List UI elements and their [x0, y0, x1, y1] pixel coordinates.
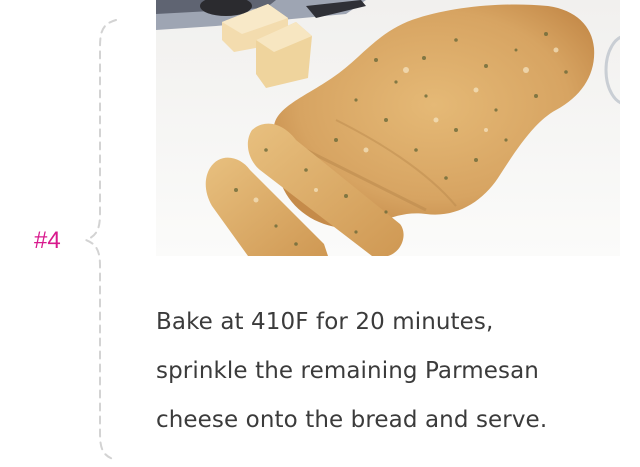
step-description-line: sprinkle the remaining Parmesan [156, 358, 539, 384]
step-number: #4 [34, 227, 61, 254]
step-connector-brace [83, 19, 117, 461]
step-description-line: cheese onto the bread and serve. [156, 407, 548, 433]
step-description-line: Bake at 410F for 20 minutes, [156, 309, 494, 335]
step-description: Bake at 410F for 20 minutes, sprinkle th… [156, 298, 626, 445]
step-photo [156, 0, 620, 256]
